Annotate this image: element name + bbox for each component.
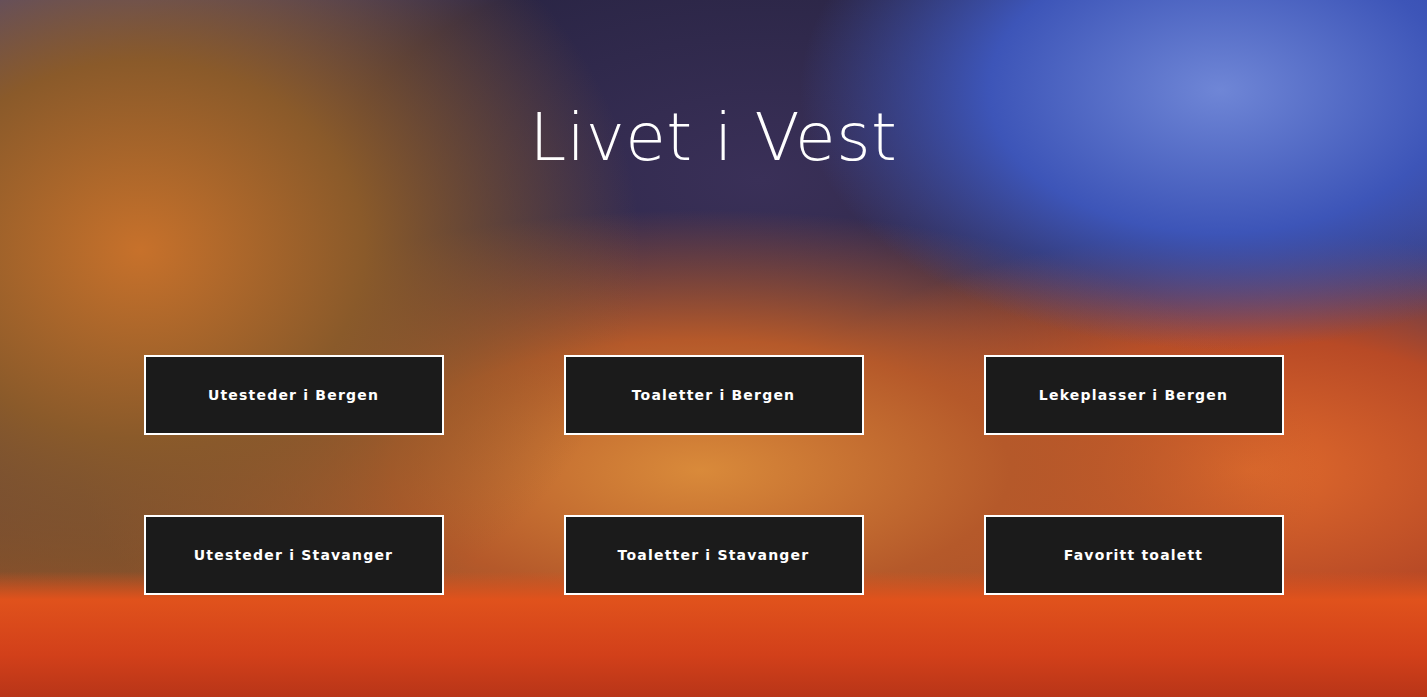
nav-button[interactable]: Toaletter i Bergen (564, 355, 864, 435)
nav-button[interactable]: Lekeplasser i Bergen (984, 355, 1284, 435)
nav-button[interactable]: Utesteder i Bergen (144, 355, 444, 435)
landing-page: Livet i Vest Utesteder i Bergen Toaletter… (0, 0, 1427, 697)
nav-button[interactable]: Favoritt toalett (984, 515, 1284, 595)
nav-button[interactable]: Utesteder i Stavanger (144, 515, 444, 595)
button-grid: Utesteder i Bergen Toaletter i Bergen Leke… (144, 355, 1284, 595)
nav-button[interactable]: Toaletter i Stavanger (564, 515, 864, 595)
page-title: Livet i Vest (530, 98, 898, 178)
